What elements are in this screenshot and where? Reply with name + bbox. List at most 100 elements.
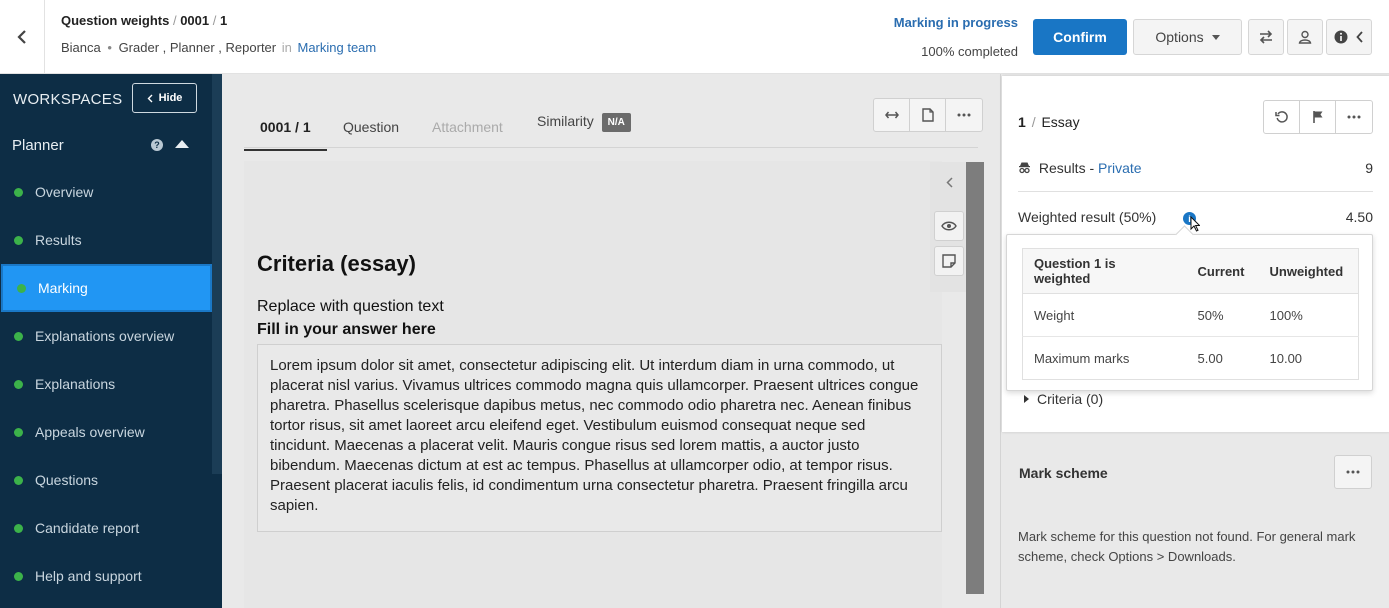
role: Reporter [225,40,277,55]
collapse-up-icon[interactable] [175,140,189,148]
main-content: 0001 / 1 Question Attachment Similarity … [222,74,1000,608]
candidate-answer: Lorem ipsum dolor sit amet, consectetur … [257,344,942,532]
sidebar-item-appeals-overview[interactable]: Appeals overview [0,408,212,456]
marking-status: Marking in progress [893,15,1018,30]
results-row: Results - Private 9 [1018,160,1373,192]
status-dot-icon [14,427,23,437]
more-options-button[interactable] [1336,101,1372,133]
collapse-panel-button[interactable] [934,167,964,197]
chevron-left-icon [945,176,953,188]
question-title: Criteria (essay) [257,251,416,276]
note-button[interactable] [934,246,964,276]
hide-sidebar-button[interactable]: Hide [132,83,197,113]
mark-scheme-title: Mark scheme [1019,465,1108,481]
sidebar-item-overview[interactable]: Overview [0,168,212,216]
ellipsis-icon [1346,470,1360,474]
tab-question[interactable]: Question [343,119,399,135]
swap-icon [1259,30,1273,44]
chevron-left-icon [147,94,153,102]
table-cell: 5.00 [1197,350,1223,366]
breadcrumb-item[interactable]: Question weights [61,13,169,28]
table-row: Weight 50% 100% [1022,293,1359,337]
role: Planner [169,40,215,55]
sidebar-scrollbar[interactable] [212,74,222,474]
table-cell: 100% [1258,293,1359,337]
tab-response[interactable]: 0001 / 1 [244,119,327,151]
status-dot-icon [14,331,23,341]
ellipsis-icon [1347,115,1361,119]
breadcrumb-item[interactable]: 0001 [180,13,209,28]
eye-icon [941,221,957,231]
sticky-note-icon [942,254,956,268]
sidebar-item-explanations-overview[interactable]: Explanations overview [0,312,212,360]
status-dot-icon [14,523,23,533]
help-icon[interactable]: ? [151,139,163,151]
mark-scheme-options-button[interactable] [1334,455,1372,489]
tab-attachment: Attachment [432,119,503,135]
info-icon [1334,30,1348,44]
sidebar-item-questions[interactable]: Questions [0,456,212,504]
table-header: Current [1186,248,1259,294]
scrollbar-thumb[interactable] [966,162,984,594]
confirm-button[interactable]: Confirm [1033,19,1127,55]
workspaces-sidebar: WORKSPACES Hide Planner ? Overview Resul… [0,74,222,608]
user-icon [1298,30,1312,44]
flag-button[interactable] [1300,101,1336,133]
criteria-toggle[interactable]: Criteria (0) [1024,391,1103,407]
spy-icon [1019,162,1030,174]
reset-button[interactable] [1264,101,1300,133]
info-toggle-button[interactable] [1326,19,1372,55]
user-button[interactable] [1287,19,1323,55]
sidebar-item-results[interactable]: Results [0,216,212,264]
expand-width-button[interactable] [874,99,910,131]
breadcrumb: Question weights / 0001 / 1 [61,13,228,28]
table-cell: 10.00 [1269,350,1303,366]
question-heading: 1 / Essay [1018,114,1080,130]
answer-label: Fill in your answer here [257,321,436,338]
preview-button[interactable] [934,211,964,241]
team-link[interactable]: Marking team [297,40,376,55]
status-dot-icon [14,571,23,581]
status-dot-icon [14,187,23,197]
mouse-pointer-icon [1190,216,1200,232]
table-cell: Weight [1022,293,1187,337]
breadcrumb-item: 1 [219,13,228,28]
weight-table: Question 1 is weighted Current Unweighte… [1022,248,1359,380]
back-button[interactable] [0,0,45,73]
sidebar-item-candidate-report[interactable]: Candidate report [0,504,212,552]
status-dot-icon [14,475,23,485]
sidebar-item-marking[interactable]: Marking [1,264,212,312]
status-dot-icon [14,235,23,245]
result-toolbar [1263,100,1373,134]
options-button[interactable]: Options [1133,19,1242,55]
swap-button[interactable] [1248,19,1284,55]
mark-scheme-message: Mark scheme for this question not found.… [1018,529,1356,564]
answer-document: Criteria (essay) Replace with question t… [244,161,942,608]
ellipsis-icon [957,113,971,117]
question-text: Replace with question text [257,298,444,315]
table-row: Maximum marks 5.00 10.00 [1023,337,1359,380]
more-options-button[interactable] [946,99,982,131]
completion-text: 100% completed [921,44,1018,59]
similarity-badge: N/A [601,113,631,132]
content-scrollbar[interactable] [966,162,984,594]
mark-scheme-section: Mark scheme Mark scheme for this questio… [1002,436,1389,608]
results-value: 9 [1365,160,1373,176]
document-view-button[interactable] [910,99,946,131]
status-dot-icon [17,283,26,293]
table-header: Unweighted [1258,248,1359,294]
sidebar-item-explanations[interactable]: Explanations [0,360,212,408]
tab-similarity[interactable]: Similarity N/A [537,113,631,132]
weight-info-popover: Question 1 is weighted Current Unweighte… [1006,234,1373,391]
document-icon [921,108,934,122]
sidebar-item-help-and-support[interactable]: Help and support [0,552,212,600]
workspaces-title: WORKSPACES [13,91,123,108]
weighted-result-row: Weighted result (50%) i 4.50 [1018,209,1373,232]
table-cell: 50% [1186,293,1259,337]
undo-icon [1274,111,1288,123]
weighted-value: 4.50 [1345,209,1373,225]
user-roles: Bianca • Grader , Planner , Reporter in … [61,40,377,55]
question-tabs: 0001 / 1 Question Attachment Similarity … [244,104,978,151]
status-dot-icon [14,379,23,389]
privacy-link[interactable]: Private [1098,160,1142,176]
